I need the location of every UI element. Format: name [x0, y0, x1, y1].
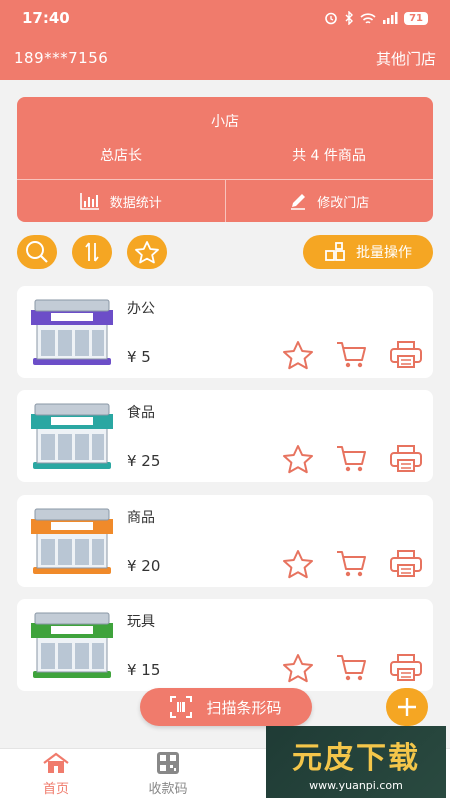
grid-icon [325, 242, 345, 261]
star-outline-icon [283, 445, 313, 474]
scan-icon [170, 696, 193, 718]
product-card[interactable]: 食品 ¥ 25 [17, 390, 433, 482]
other-store-link[interactable]: 其他门店 [376, 48, 436, 69]
product-card[interactable]: 玩具 ¥ 15 [17, 599, 433, 691]
add-to-cart-button[interactable] [335, 653, 369, 683]
sort-arrows-icon [85, 242, 99, 262]
favorite-button[interactable] [281, 653, 315, 683]
store-building-image [31, 612, 113, 678]
print-label-button[interactable] [389, 549, 423, 579]
store-building-image [31, 299, 113, 365]
status-icons: 71 [324, 11, 428, 25]
store-card: 小店 总店长 共 4 件商品 数据统计 修改门店 [17, 97, 433, 222]
account-phone: 189***7156 [14, 49, 109, 67]
printer-icon [390, 445, 422, 472]
printer-icon [390, 654, 422, 681]
favorite-filter-button[interactable] [127, 235, 167, 269]
top-bar: 189***7156 其他门店 [0, 40, 450, 76]
batch-operation-button[interactable]: 批量操作 [303, 235, 433, 269]
product-card[interactable]: 办公 ¥ 5 [17, 286, 433, 378]
cart-icon [337, 655, 366, 681]
cart-icon [337, 342, 366, 368]
printer-icon [390, 341, 422, 368]
alarm-icon [325, 12, 337, 25]
plus-icon [398, 698, 416, 716]
cart-icon [337, 446, 366, 472]
wifi-icon [360, 12, 376, 23]
signal-icon [383, 12, 398, 24]
print-label-button[interactable] [389, 444, 423, 474]
watermark-url: www.yuanpi.com [309, 778, 403, 792]
tab-home-label: 首页 [42, 782, 69, 797]
home-icon [43, 752, 69, 773]
print-label-button[interactable] [389, 340, 423, 370]
product-price: ¥ 25 [127, 452, 161, 470]
printer-icon [390, 550, 422, 577]
tab-home[interactable]: 首页 [0, 749, 112, 800]
product-name: 商品 [127, 510, 155, 526]
store-name: 小店 [211, 114, 239, 130]
store-role: 总店长 [100, 148, 142, 164]
search-button[interactable] [17, 235, 57, 269]
tab-payment-code-label: 收款码 [148, 782, 188, 797]
scan-barcode-label: 扫描条形码 [206, 698, 282, 717]
status-time: 17:40 [22, 9, 70, 27]
store-building-image [31, 508, 113, 574]
star-icon [135, 241, 159, 264]
star-outline-icon [283, 654, 313, 683]
product-actions [281, 653, 423, 683]
data-stats-label: 数据统计 [109, 195, 162, 211]
star-outline-icon [283, 341, 313, 370]
batch-operation-label: 批量操作 [356, 245, 412, 261]
product-name: 办公 [127, 301, 155, 317]
status-bar: 17:40 71 [0, 0, 450, 36]
product-card[interactable]: 商品 ¥ 20 [17, 495, 433, 587]
add-to-cart-button[interactable] [335, 340, 369, 370]
battery-indicator: 71 [404, 11, 428, 25]
search-icon [26, 241, 48, 263]
store-product-count: 共 4 件商品 [292, 148, 366, 164]
bluetooth-icon [345, 11, 354, 25]
product-price: ¥ 15 [127, 661, 161, 679]
favorite-button[interactable] [281, 549, 315, 579]
scan-barcode-button[interactable]: 扫描条形码 [140, 688, 312, 726]
pencil-icon [291, 194, 306, 210]
star-outline-icon [283, 550, 313, 579]
product-price: ¥ 20 [127, 557, 161, 575]
watermark-title: 元皮下载 [292, 740, 420, 776]
cart-icon [337, 551, 366, 577]
store-building-image [31, 403, 113, 469]
add-product-button[interactable] [386, 688, 428, 726]
add-to-cart-button[interactable] [335, 444, 369, 474]
favorite-button[interactable] [281, 444, 315, 474]
tab-payment-code[interactable]: 收款码 [112, 749, 224, 800]
bar-chart-icon [79, 193, 99, 210]
app-header: 17:40 71 189***7156 其他门店 [0, 0, 450, 80]
product-actions [281, 549, 423, 579]
print-label-button[interactable] [389, 653, 423, 683]
edit-store-label: 修改门店 [317, 195, 370, 211]
product-name: 玩具 [127, 614, 155, 630]
store-actions: 数据统计 修改门店 [17, 180, 433, 222]
edit-store-button[interactable]: 修改门店 [224, 180, 434, 222]
store-info: 总店长 共 4 件商品 [17, 145, 433, 165]
product-price: ¥ 5 [127, 348, 151, 366]
sort-button[interactable] [72, 235, 112, 269]
watermark-logo: 元皮下载 www.yuanpi.com [266, 726, 446, 798]
product-name: 食品 [127, 405, 155, 421]
favorite-button[interactable] [281, 340, 315, 370]
data-stats-button[interactable]: 数据统计 [17, 180, 225, 222]
product-actions [281, 340, 423, 370]
add-to-cart-button[interactable] [335, 549, 369, 579]
product-actions [281, 444, 423, 474]
qr-code-icon [157, 752, 179, 774]
